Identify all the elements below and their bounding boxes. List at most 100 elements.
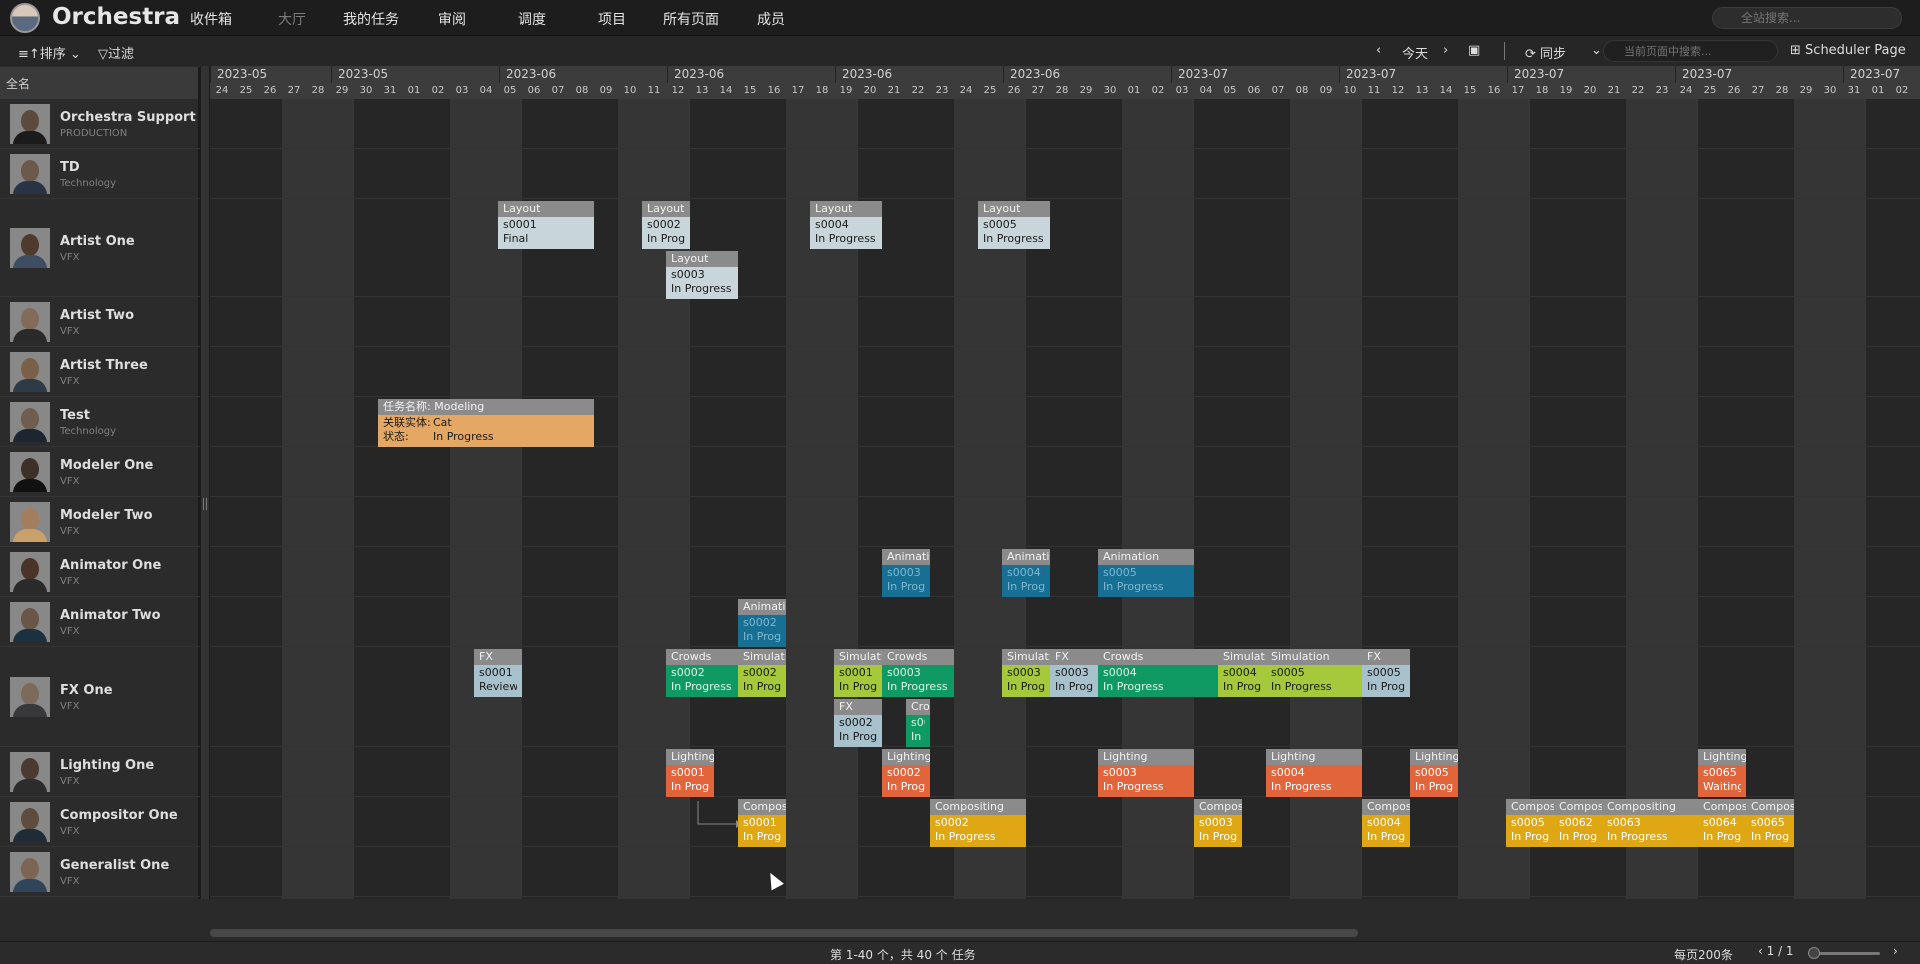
person-row[interactable]: Test Technology	[0, 397, 200, 447]
task-status: In Progress	[935, 830, 996, 843]
task-status: In Progress	[887, 580, 925, 593]
splitter-grip-icon[interactable]	[203, 498, 207, 510]
day-header: 24	[1679, 85, 1693, 96]
nav-item-7[interactable]: 成员	[757, 9, 785, 29]
day-header: 29	[1799, 85, 1813, 96]
avatar-logo-icon[interactable]	[10, 3, 40, 33]
page-size-select[interactable]: 每页200条	[1674, 946, 1733, 963]
task-bar[interactable]: Simulation s0005 In Progress	[1266, 649, 1362, 697]
task-bar[interactable]: FXs0002In Progress	[834, 699, 882, 747]
task-bar[interactable]: Compositing s0002 In Progress	[930, 799, 1026, 847]
nav-item-0[interactable]: 收件箱	[190, 9, 232, 29]
task-bar[interactable]: Crowds s0002 In Progress	[666, 649, 738, 697]
task-bar[interactable]: Layout s0005 In Progress	[978, 201, 1050, 249]
task-bar[interactable]: Layout s0004 In Progress	[810, 201, 882, 249]
task-details: s0001 Final	[498, 217, 594, 247]
task-bar[interactable]: Animation s0005 In Progress	[1098, 549, 1194, 597]
task-bar[interactable]: Compositing s0063 In Progress	[1602, 799, 1698, 847]
nav-item-4[interactable]: 调度	[518, 9, 546, 29]
task-title: Compositing	[1746, 799, 1794, 815]
task-shot: s0003	[1007, 666, 1041, 679]
scheduler-grid[interactable]: Layouts0001FinalLayouts0002In ProgressLa…	[210, 99, 1920, 899]
sort-button[interactable]: ≡↑排序 ⌄	[18, 43, 81, 62]
task-bar[interactable]: Lighting s0003 In Progress	[1098, 749, 1194, 797]
person-row[interactable]: Compositor One VFX	[0, 797, 200, 847]
task-status: In Progress	[839, 680, 877, 693]
pager[interactable]: ‹ 1 / 1	[1758, 944, 1794, 958]
nav-item-6[interactable]: 所有页面	[663, 9, 719, 29]
task-bar[interactable]: Lightings0005In Progress	[1410, 749, 1458, 797]
task-bar[interactable]: Simulations0001In Progress	[834, 649, 882, 697]
person-row[interactable]: Artist Three VFX	[0, 347, 200, 397]
column-header-name[interactable]: 全名	[0, 67, 200, 99]
task-bar[interactable]: Simulations0004In Progress	[1218, 649, 1266, 697]
sort-icon: ≡↑	[18, 47, 40, 62]
task-bar[interactable]: Animations0004In Progress	[1002, 549, 1050, 597]
chevron-right-icon[interactable]: ›	[1443, 43, 1448, 58]
task-bar[interactable]: Animations0002In Progress	[738, 599, 786, 647]
task-bar[interactable]: Compositings0001In Progress	[738, 799, 786, 847]
zoom-slider[interactable]	[1810, 952, 1880, 955]
task-title: FX	[834, 699, 882, 715]
person-row[interactable]: Artist One VFX	[0, 199, 200, 297]
nav-item-5[interactable]: 项目	[598, 9, 626, 29]
day-header: 31	[1847, 85, 1861, 96]
person-row[interactable]: Artist Two VFX	[0, 297, 200, 347]
task-bar[interactable]: 任务名称: Modeling 关联实体: Cat 状态: In Progress	[378, 399, 594, 447]
task-bar[interactable]: Compositings0065In Progress	[1746, 799, 1794, 847]
filter-button[interactable]: ▽过滤	[98, 43, 134, 62]
task-bar[interactable]: Animations0003In Progress	[882, 549, 930, 597]
zoom-slider-handle[interactable]	[1808, 947, 1820, 959]
horizontal-scrollbar[interactable]	[210, 929, 1358, 937]
sync-button[interactable]: ⟳ 同步	[1525, 43, 1566, 62]
task-title: Crowds	[906, 699, 930, 715]
task-bar[interactable]: FXs0003In Progress	[1050, 649, 1098, 697]
task-bar[interactable]: Simulations0003In Progress	[1002, 649, 1050, 697]
day-header: 04	[1199, 85, 1213, 96]
task-bar[interactable]: Compositings0005In Progress	[1506, 799, 1554, 847]
task-bar[interactable]: FXs0005In Progress	[1362, 649, 1410, 697]
task-bar[interactable]: Simulations0002In Progress	[738, 649, 786, 697]
task-bar[interactable]: Compositings0003In Progress	[1194, 799, 1242, 847]
person-row[interactable]: Modeler Two VFX	[0, 497, 200, 547]
chevron-left-icon[interactable]: ‹	[1758, 944, 1767, 958]
task-bar[interactable]: Crowdss0003In Progress	[906, 699, 930, 747]
task-bar[interactable]: Crowdss0003In Progress	[882, 649, 954, 697]
calendar-icon[interactable]: ▣	[1468, 43, 1480, 58]
chevron-right-icon[interactable]: ›	[1893, 944, 1898, 958]
task-bar[interactable]: Compositings0004In Progress	[1362, 799, 1410, 847]
task-bar[interactable]: Compositings0064In Progress	[1698, 799, 1746, 847]
person-row[interactable]: Lighting One VFX	[0, 747, 200, 797]
chevron-left-icon[interactable]: ‹	[1376, 43, 1381, 58]
task-bar[interactable]: Lightings0002In Progress	[882, 749, 930, 797]
person-name: Lighting One	[60, 758, 155, 773]
avatar	[10, 677, 50, 717]
task-bar[interactable]: Lighting s0065 Waiting	[1698, 749, 1746, 797]
task-bar[interactable]: Crowds s0004 In Progress	[1098, 649, 1218, 697]
person-row[interactable]: Modeler One VFX	[0, 447, 200, 497]
nav-item-1[interactable]: 大厅	[278, 9, 306, 29]
toolbar-divider	[1504, 42, 1505, 60]
task-shot: s0004	[1103, 666, 1137, 679]
page-search-input[interactable]	[1603, 40, 1778, 62]
task-bar[interactable]: Layout s0003 In Progress	[666, 251, 738, 299]
scheduler-page-button[interactable]: ⊞ Scheduler Page	[1790, 43, 1906, 58]
task-bar[interactable]: Layout s0001 Final	[498, 201, 594, 249]
chevron-down-icon[interactable]: ⌄	[1591, 43, 1602, 58]
task-bar[interactable]: Lighting s0004 In Progress	[1266, 749, 1362, 797]
person-row[interactable]: Orchestra Support PRODUCTION	[0, 99, 200, 149]
today-button[interactable]: 今天	[1402, 43, 1428, 62]
person-row[interactable]: FX One VFX	[0, 647, 200, 747]
person-row[interactable]: Animator Two VFX	[0, 597, 200, 647]
nav-item-3[interactable]: 审阅	[438, 9, 466, 29]
nav-item-2[interactable]: 我的任务	[343, 9, 399, 29]
global-search-input[interactable]	[1712, 7, 1902, 29]
pane-splitter[interactable]	[200, 66, 210, 899]
task-bar[interactable]: FX s0001 Review	[474, 649, 522, 697]
person-row[interactable]: Animator One VFX	[0, 547, 200, 597]
task-bar[interactable]: Lightings0001In Progress	[666, 749, 714, 797]
person-row[interactable]: Generalist One VFX	[0, 847, 200, 897]
task-bar[interactable]: Compositings0062In Progress	[1554, 799, 1602, 847]
person-row[interactable]: TD Technology	[0, 149, 200, 199]
task-bar[interactable]: Layouts0002In Progress	[642, 201, 690, 249]
